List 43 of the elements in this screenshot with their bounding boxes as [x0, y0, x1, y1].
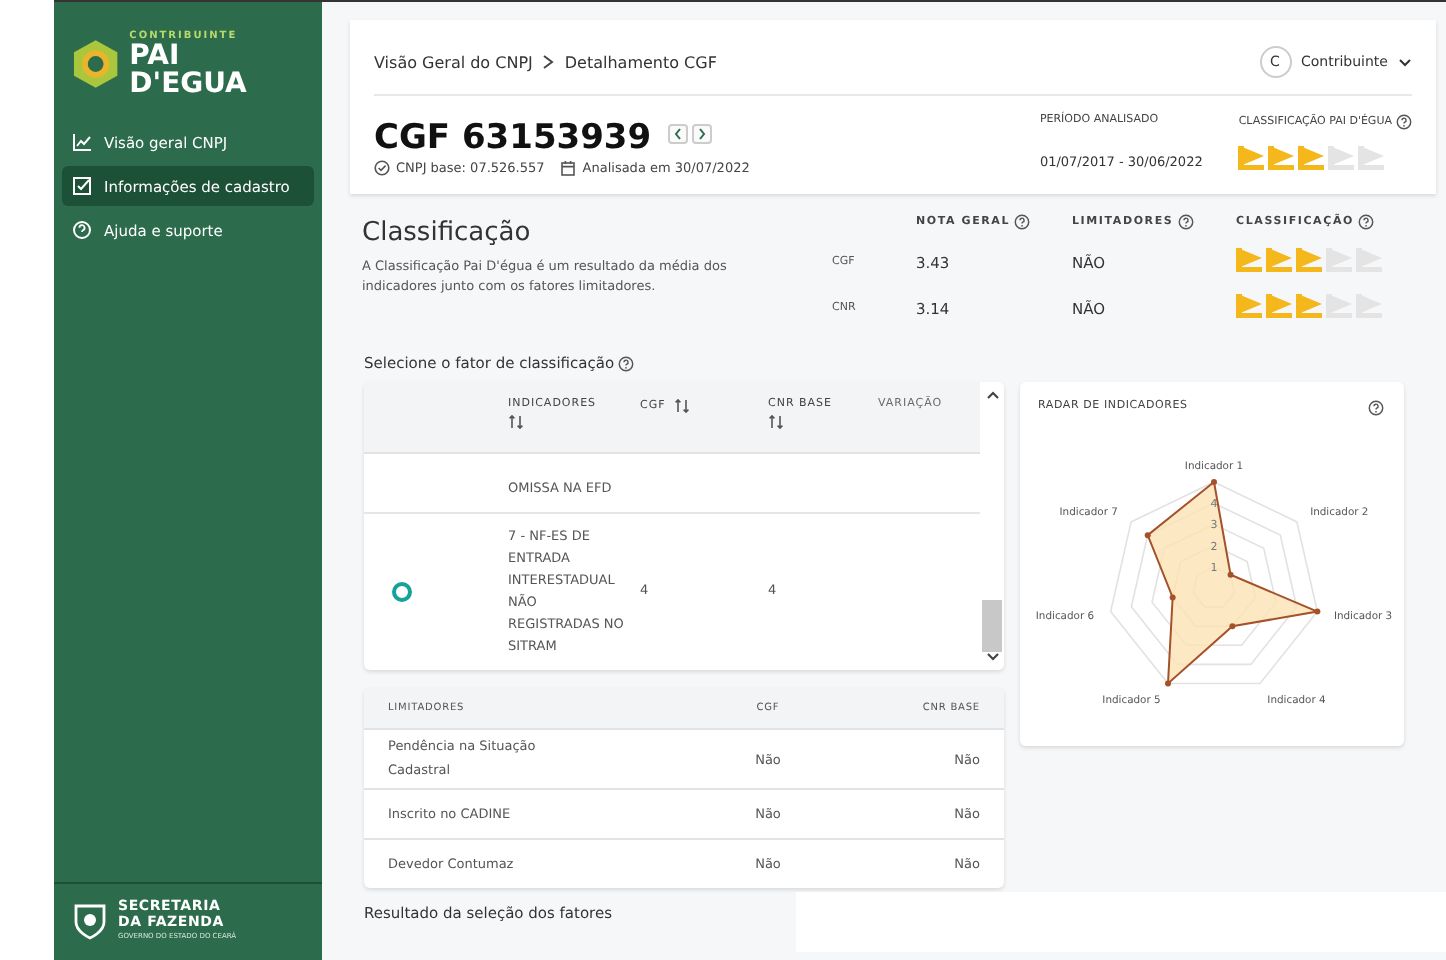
next-button[interactable]: [691, 123, 712, 143]
flag-icon: [1266, 248, 1296, 272]
help-icon[interactable]: [1368, 400, 1384, 416]
radio-button[interactable]: [392, 581, 412, 602]
flag-icon: [1236, 294, 1266, 318]
logo-icon: [72, 38, 120, 90]
flag-icon: [1358, 146, 1389, 170]
chart-icon: [72, 132, 92, 152]
chevron-left-icon: [673, 127, 682, 139]
flag-icon: [1236, 248, 1266, 272]
help-icon[interactable]: [1357, 214, 1374, 230]
scroll-up-icon[interactable]: [985, 390, 999, 400]
chevron-right-icon: [542, 54, 555, 70]
previous-button[interactable]: [667, 123, 688, 143]
help-icon[interactable]: [618, 355, 635, 371]
scroll-down-icon[interactable]: [985, 652, 999, 662]
sort-icon[interactable]: [673, 398, 690, 414]
flag-icon: [1266, 294, 1296, 318]
scrollbar[interactable]: [980, 382, 1004, 670]
breadcrumb-link[interactable]: Visão Geral do CNPJ: [374, 53, 533, 71]
logo-text: PAI D'EGUA: [129, 42, 249, 98]
chevron-right-icon: [697, 127, 706, 139]
page-title: CGF 63153939: [374, 117, 652, 157]
breadcrumb-current: Detalhamento CGF: [564, 53, 717, 71]
coat-of-arms-icon: [72, 900, 108, 940]
checkbox-icon: [72, 176, 92, 196]
help-icon: [72, 220, 92, 240]
check-circle-icon: [374, 159, 390, 175]
sort-icon[interactable]: [508, 414, 524, 430]
flag-icon: [1238, 146, 1269, 170]
help-icon[interactable]: [1014, 214, 1031, 230]
help-icon[interactable]: [1177, 214, 1194, 230]
section-title: Classificação: [362, 218, 533, 248]
flag-icon: [1328, 146, 1359, 170]
flag-icon: [1296, 248, 1326, 272]
flag-icon: [1298, 146, 1329, 170]
calendar-icon: [560, 159, 577, 175]
scrollbar-thumb[interactable]: [982, 600, 1002, 652]
chevron-down-icon: [1398, 57, 1412, 67]
flag-icon: [1268, 146, 1299, 170]
sort-icon[interactable]: [768, 414, 784, 430]
help-icon[interactable]: [1396, 114, 1412, 130]
flag-icon: [1296, 294, 1326, 318]
